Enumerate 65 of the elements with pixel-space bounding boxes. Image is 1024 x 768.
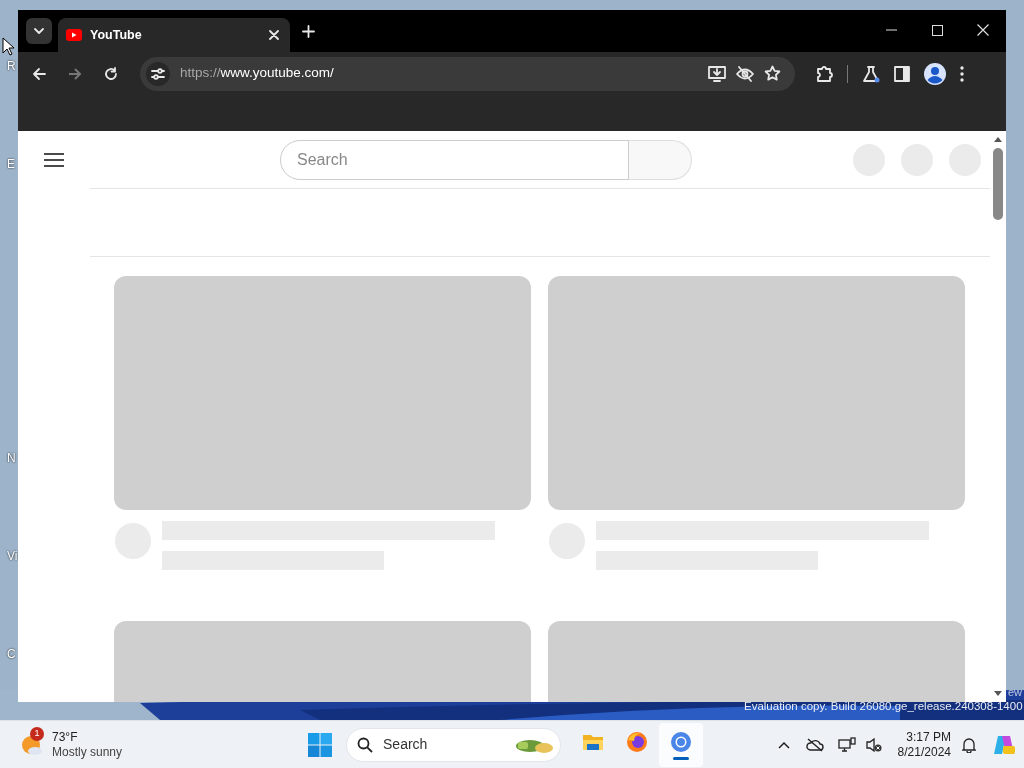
forward-arrow-icon <box>68 66 82 81</box>
browser-icon <box>669 729 694 754</box>
flask-icon <box>862 64 880 83</box>
scroll-up-icon[interactable] <box>994 137 1002 142</box>
eye-slash-icon <box>736 65 754 82</box>
bookmark-button[interactable] <box>764 65 781 82</box>
browser-icon <box>625 729 650 754</box>
site-info-button[interactable] <box>146 61 170 86</box>
address-bar[interactable]: https://www.youtube.com/ <box>140 56 795 91</box>
taskbar-search[interactable]: Search <box>346 727 562 762</box>
menu-button[interactable] <box>44 151 64 168</box>
scrollbar-thumb[interactable] <box>993 148 1003 220</box>
back-arrow-icon <box>32 66 46 81</box>
browser-tab[interactable]: YouTube <box>58 18 290 52</box>
star-icon <box>764 65 781 82</box>
notifications-button[interactable] <box>962 736 976 753</box>
side-panel-icon <box>894 65 910 82</box>
chevron-down-icon <box>33 25 45 37</box>
temperature-text: 73°F <box>52 729 79 745</box>
close-tab-icon[interactable] <box>266 27 282 43</box>
notification-badge: 1 <box>30 727 44 741</box>
extensions-button[interactable] <box>815 64 833 83</box>
profile-button[interactable] <box>924 62 946 85</box>
pointer-icon <box>2 37 15 56</box>
tab-title: YouTube <box>90 26 143 44</box>
close-icon <box>977 24 989 36</box>
network-button[interactable] <box>837 736 856 753</box>
start-button[interactable] <box>308 731 335 758</box>
menu-icon <box>44 151 64 168</box>
tab-search-button[interactable] <box>26 18 52 44</box>
side-panel-button[interactable] <box>894 65 910 82</box>
search-icon <box>357 736 374 753</box>
scroll-down-icon[interactable] <box>994 691 1002 696</box>
close-icon <box>269 30 279 40</box>
taskbar-app[interactable] <box>659 722 704 767</box>
maximize-icon <box>931 24 943 36</box>
more-vertical-icon <box>960 65 964 82</box>
bell-icon <box>962 736 976 753</box>
avatar-icon <box>924 62 946 85</box>
reload-icon <box>104 66 118 81</box>
menu-button[interactable] <box>960 65 964 82</box>
url-text: https://www.youtube.com/ <box>180 64 335 83</box>
plus-icon <box>301 24 315 38</box>
weather-condition: Mostly sunny <box>52 744 123 760</box>
search-field[interactable]: Search <box>280 139 629 180</box>
show-hidden-icons[interactable] <box>777 740 790 749</box>
volume-button[interactable] <box>865 736 882 753</box>
new-tab-button[interactable] <box>300 23 316 39</box>
watermark-text: Evaluation copy. Build 26080.ge_release.240308-1400 <box>744 701 1023 713</box>
network-icon <box>837 736 856 753</box>
tune-icon <box>151 67 165 80</box>
install-icon <box>708 65 726 82</box>
tracking-protection-button[interactable] <box>736 65 754 82</box>
cloud-off-icon <box>805 737 824 752</box>
windows-logo-icon <box>308 732 333 757</box>
onedrive-button[interactable] <box>805 737 824 752</box>
speaker-muted-icon <box>865 736 882 753</box>
clock[interactable]: 3:17 PM 8/21/2024 <box>897 729 951 760</box>
labs-button[interactable] <box>862 64 880 83</box>
chevron-up-icon <box>777 740 790 749</box>
puzzle-icon <box>815 64 833 83</box>
minimize-icon <box>885 29 897 31</box>
youtube-logo-icon <box>66 29 82 41</box>
install-app-button[interactable] <box>708 65 726 82</box>
desktop-icon-label[interactable]: ew <box>1008 687 1023 698</box>
